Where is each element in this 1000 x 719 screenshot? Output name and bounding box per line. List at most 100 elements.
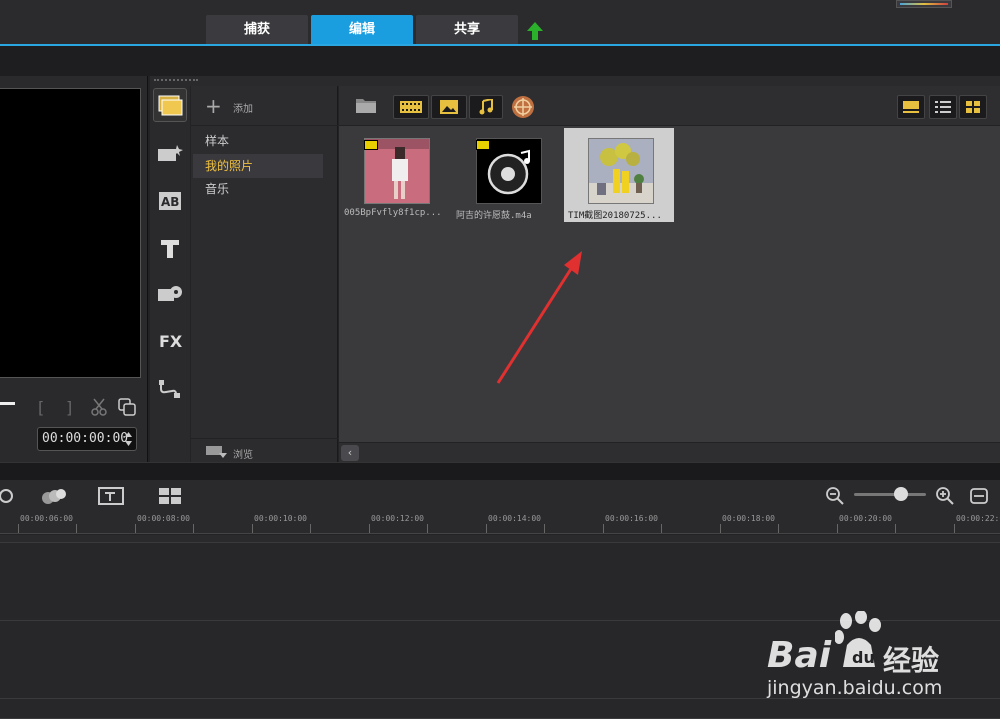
add-label: 添加 <box>233 104 253 115</box>
tick-mark <box>837 524 838 533</box>
view-large-button[interactable] <box>897 95 925 119</box>
media-item-label: 阿吉的许愿鼓.m4a <box>456 211 532 221</box>
svg-text:FX: FX <box>159 332 182 350</box>
sort-wheel-icon[interactable] <box>511 95 535 119</box>
photo-thumbnail <box>588 138 654 204</box>
media-item-label: TIM截图20180725... <box>568 211 662 221</box>
path-icon[interactable] <box>153 372 187 406</box>
instant-project-icon[interactable] <box>153 136 187 170</box>
tick-label: 00:00:14:00 <box>488 514 541 523</box>
music-note-icon <box>479 99 493 115</box>
tick-label: 00:00:16:00 <box>605 514 658 523</box>
show-video-button[interactable] <box>393 95 429 119</box>
view-grid-button[interactable] <box>959 95 987 119</box>
tick-mark <box>369 524 370 533</box>
fit-project-icon[interactable] <box>970 486 988 506</box>
fx-filter-icon[interactable]: FX <box>153 324 187 358</box>
tick-label: 00:00:12:00 <box>371 514 424 523</box>
tick-mark <box>427 524 428 533</box>
svg-text:AB: AB <box>161 195 179 209</box>
tick-label: 00:00:18:00 <box>722 514 775 523</box>
photo-icon <box>440 100 458 114</box>
annotation-arrow <box>496 251 582 384</box>
graphic-icon[interactable] <box>153 276 187 310</box>
subtitle-editor-icon[interactable] <box>98 486 124 506</box>
video-badge-icon <box>364 140 378 150</box>
media-library-icon[interactable] <box>153 88 187 122</box>
zoom-out-icon[interactable] <box>826 486 844 506</box>
folder-item-music[interactable]: 音乐 <box>193 177 323 201</box>
tick-label: 00:00:22:00 <box>956 514 1000 523</box>
browse-button[interactable]: 浏览 <box>191 438 338 462</box>
tick-mark <box>18 524 19 533</box>
list-view-icon <box>935 101 951 113</box>
track-header-strip <box>0 535 1000 543</box>
media-item-audio[interactable]: 阿吉的许愿鼓.m4a <box>452 128 562 222</box>
watermark-suffix: 经验 <box>883 644 940 677</box>
tick-mark <box>193 524 194 533</box>
scroll-left-icon[interactable]: ‹ <box>341 445 359 461</box>
spinner-icon[interactable] <box>124 431 133 447</box>
mixer-icon[interactable] <box>0 486 16 506</box>
baidu-paw-icon: du <box>835 611 881 667</box>
library-toolbar <box>339 86 1000 126</box>
sub-bar <box>0 46 1000 76</box>
media-item-label: 005BpFvfly8f1cp... <box>344 208 442 218</box>
large-view-icon <box>903 101 919 113</box>
zoom-slider-handle[interactable] <box>894 487 908 501</box>
zoom-in-icon[interactable] <box>936 486 954 506</box>
title-icon[interactable] <box>153 232 187 266</box>
tick-mark <box>544 524 545 533</box>
library-category-bar: AB FX <box>150 86 190 462</box>
audio-meter <box>896 0 952 8</box>
timecode-field[interactable]: 00:00:00:00 <box>37 427 137 451</box>
timeline-ruler[interactable]: 00:00:06:00 00:00:08:00 00:00:10:00 00:0… <box>0 512 1000 534</box>
multi-camera-icon[interactable] <box>158 486 182 506</box>
tab-capture[interactable]: 捕获 <box>206 15 308 44</box>
top-bar: 捕获 编辑 共享 <box>0 0 1000 46</box>
show-photo-button[interactable] <box>431 95 467 119</box>
transition-icon[interactable]: AB <box>153 184 187 218</box>
media-item-photo[interactable]: TIM截图20180725... <box>564 128 674 222</box>
browse-folder-icon <box>206 446 227 458</box>
baidu-watermark: Bai du 经验 jingyan.baidu.com <box>765 605 995 705</box>
zoom-slider[interactable] <box>854 493 926 496</box>
library-grip[interactable] <box>150 76 1000 86</box>
folder-panel: + 添加 样本 我的照片 音乐 浏览 <box>191 86 338 462</box>
show-audio-button[interactable] <box>469 95 503 119</box>
view-list-button[interactable] <box>929 95 957 119</box>
tick-label: 00:00:08:00 <box>137 514 190 523</box>
horizontal-scrollbar[interactable]: ‹ <box>339 442 1000 462</box>
tab-share[interactable]: 共享 <box>416 15 518 44</box>
watermark-url: jingyan.baidu.com <box>767 677 943 699</box>
scrub-bar[interactable] <box>0 402 15 405</box>
app-window: 捕获 编辑 共享 [ ] 00:00:00:00 AB FX + 添加 样本 我… <box>0 0 1000 719</box>
mark-in-icon[interactable]: [ <box>38 398 44 417</box>
scissors-icon[interactable] <box>90 398 108 416</box>
copy-icon[interactable] <box>118 398 136 416</box>
folder-icon[interactable] <box>355 96 377 114</box>
plus-icon: + <box>205 94 222 118</box>
media-item-video[interactable]: 005BpFvfly8f1cp... <box>340 128 450 222</box>
watermark-brand: Bai <box>767 635 832 676</box>
timecode-value: 00:00:00:00 <box>42 431 129 446</box>
film-icon <box>400 101 422 113</box>
upload-arrow-icon[interactable] <box>527 22 543 40</box>
add-folder-button[interactable]: + 添加 <box>191 86 338 126</box>
mark-out-icon[interactable]: ] <box>66 398 72 417</box>
folder-item-samples[interactable]: 样本 <box>193 129 323 153</box>
tick-mark <box>661 524 662 533</box>
auto-music-icon[interactable] <box>40 486 68 506</box>
library-content: 005BpFvfly8f1cp... 阿吉的许愿鼓.m4a TIM截图20180… <box>339 86 1000 462</box>
folder-item-my-photos[interactable]: 我的照片 <box>193 154 323 178</box>
tick-mark <box>252 524 253 533</box>
svg-text:du: du <box>852 648 875 667</box>
tab-edit[interactable]: 编辑 <box>311 15 413 44</box>
tick-mark <box>135 524 136 533</box>
browse-label: 浏览 <box>233 450 253 461</box>
preview-panel: [ ] 00:00:00:00 <box>0 76 148 462</box>
tick-mark <box>486 524 487 533</box>
tick-mark <box>895 524 896 533</box>
tick-mark <box>778 524 779 533</box>
panel-divider[interactable] <box>0 462 1000 480</box>
